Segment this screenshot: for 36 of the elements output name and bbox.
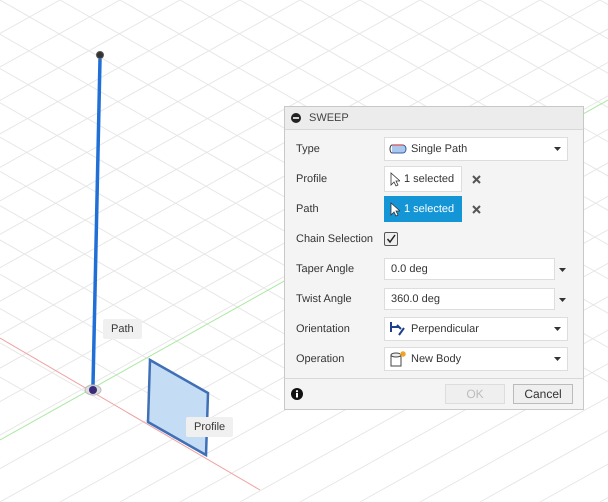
field-label: Type (296, 143, 321, 155)
field-label: Profile (296, 173, 328, 185)
clear-icon[interactable] (472, 175, 481, 184)
profile-label: Profile (186, 417, 234, 437)
new-body-icon (389, 350, 407, 368)
path-label: Path (103, 319, 142, 339)
path-line[interactable] (91, 58, 102, 386)
collapse-icon[interactable] (291, 113, 301, 123)
cursor-icon (390, 172, 400, 186)
pipe-icon (389, 143, 407, 155)
field-label: Operation (296, 353, 346, 365)
dropdown[interactable]: Perpendicular (384, 317, 568, 341)
number-field[interactable]: 0.0 deg (384, 258, 555, 280)
field-label: Orientation (296, 323, 351, 335)
number-field[interactable]: 360.0 deg (384, 288, 555, 310)
caret-icon[interactable] (559, 268, 566, 272)
dropdown[interactable]: New Body (384, 347, 568, 371)
dialog-title: SWEEP (309, 112, 349, 124)
cursor-icon (390, 202, 400, 216)
field-label: Taper Angle (296, 263, 356, 275)
field-label: Twist Angle (296, 293, 353, 305)
caret-icon (554, 357, 561, 361)
axes-icon (389, 320, 407, 338)
info-icon[interactable] (291, 388, 303, 400)
selection-button[interactable]: 1 selected (384, 166, 462, 192)
checkbox[interactable] (384, 232, 398, 246)
field-label: Path (296, 203, 320, 215)
caret-icon (554, 147, 561, 151)
origin-point-icon[interactable] (84, 384, 102, 396)
caret-icon[interactable] (559, 298, 566, 302)
end-point-icon[interactable] (96, 51, 104, 59)
clear-icon[interactable] (472, 205, 481, 214)
caret-icon (554, 327, 561, 331)
dialog-button[interactable]: Cancel (513, 384, 573, 404)
dropdown[interactable]: Single Path (384, 137, 568, 161)
field-label: Chain Selection (296, 233, 374, 245)
